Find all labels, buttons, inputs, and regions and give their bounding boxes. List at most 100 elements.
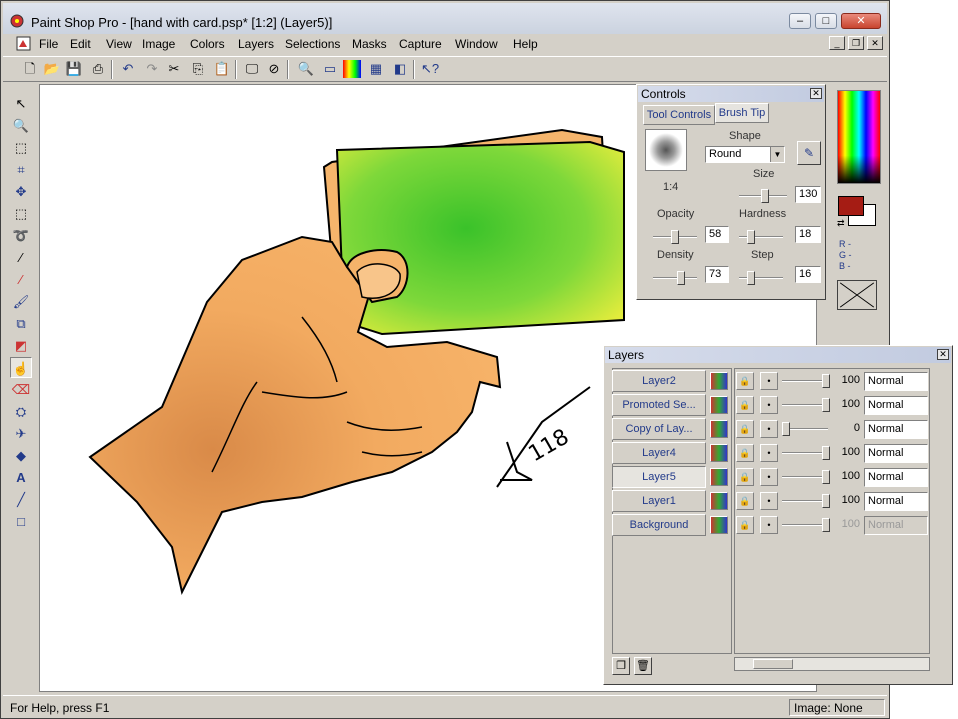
- hardness-slider[interactable]: [739, 230, 783, 244]
- layer-name[interactable]: Layer1: [612, 490, 706, 512]
- controls-title[interactable]: Controls: [638, 86, 824, 102]
- magic-wand-icon[interactable]: ⁄: [10, 247, 32, 268]
- layer-row[interactable]: Layer1 🔒 • 100 Normal: [612, 490, 930, 512]
- opacity-slider[interactable]: [653, 230, 697, 244]
- crop-tool-icon[interactable]: ⌗: [10, 159, 32, 180]
- density-slider[interactable]: [653, 271, 697, 285]
- step-slider[interactable]: [739, 271, 783, 285]
- lock-icon[interactable]: 🔒: [736, 516, 754, 534]
- layer-group-icon[interactable]: •: [760, 420, 778, 438]
- size-field[interactable]: 130: [795, 186, 821, 203]
- layer-group-icon[interactable]: •: [760, 468, 778, 486]
- swap-colors-icon[interactable]: ⇄: [837, 218, 845, 229]
- color-palette-icon[interactable]: ▦: [367, 60, 385, 78]
- layer-opacity-slider[interactable]: [782, 470, 830, 484]
- layer-name[interactable]: Background: [612, 514, 706, 536]
- menu-layers[interactable]: Layers: [238, 37, 274, 51]
- color-replacer-icon[interactable]: ◩: [10, 335, 32, 356]
- layers-close-button[interactable]: ✕: [937, 349, 949, 360]
- chevron-down-icon[interactable]: ▼: [770, 147, 784, 162]
- document-icon[interactable]: [15, 35, 32, 52]
- density-field[interactable]: 73: [705, 266, 729, 283]
- color-spectrum[interactable]: [837, 90, 881, 184]
- cut-icon[interactable]: ✂: [165, 60, 183, 78]
- layer-name[interactable]: Layer5: [612, 466, 706, 488]
- draw-line-icon[interactable]: ╱: [10, 489, 32, 510]
- hardness-field[interactable]: 18: [795, 226, 821, 243]
- layers-title[interactable]: Layers: [605, 347, 951, 363]
- menu-help[interactable]: Help: [513, 37, 538, 51]
- menu-colors[interactable]: Colors: [190, 37, 225, 51]
- picture-tube-icon[interactable]: ⛭: [10, 401, 32, 422]
- retouch-icon[interactable]: ☝: [10, 357, 32, 378]
- blend-mode-field[interactable]: Normal: [864, 420, 928, 439]
- layer-opacity-slider[interactable]: [782, 422, 828, 436]
- lock-icon[interactable]: 🔒: [736, 468, 754, 486]
- blend-mode-field[interactable]: Normal: [864, 444, 928, 463]
- dropper-icon[interactable]: ✎: [797, 141, 821, 165]
- clone-brush-icon[interactable]: ⧉: [10, 313, 32, 334]
- menu-masks[interactable]: Masks: [352, 37, 387, 51]
- title-bar[interactable]: Paint Shop Pro - [hand with card.psp* [1…: [3, 3, 887, 37]
- overview-icon[interactable]: ▭: [321, 60, 339, 78]
- blend-mode-field[interactable]: Normal: [864, 468, 928, 487]
- arrow-tool-icon[interactable]: ↖: [10, 93, 32, 114]
- opacity-field[interactable]: 58: [705, 226, 729, 243]
- redo-icon[interactable]: ↷: [143, 60, 161, 78]
- layer-opacity-thumb[interactable]: [782, 422, 790, 436]
- freehand-selection-icon[interactable]: ➰: [10, 225, 32, 246]
- no-entry-icon[interactable]: ⊘: [265, 60, 283, 78]
- layer-opacity-thumb[interactable]: [822, 398, 830, 412]
- step-slider-thumb[interactable]: [747, 271, 755, 285]
- text-tool-icon[interactable]: A: [10, 467, 32, 488]
- layer-opacity-thumb[interactable]: [822, 470, 830, 484]
- flood-fill-icon[interactable]: ◆: [10, 445, 32, 466]
- layer-opacity-slider[interactable]: [782, 398, 830, 412]
- tab-tool-controls[interactable]: Tool Controls: [643, 105, 715, 125]
- controls-close-button[interactable]: ✕: [810, 88, 822, 99]
- paintbrush-icon[interactable]: 🖌: [10, 291, 32, 312]
- zoom-icon[interactable]: 🔍: [297, 60, 315, 78]
- deform-tool-icon[interactable]: ⬚: [10, 137, 32, 158]
- layer-group-icon[interactable]: •: [760, 516, 778, 534]
- menu-window[interactable]: Window: [455, 37, 498, 51]
- doc-close-button[interactable]: ✕: [867, 36, 883, 50]
- airbrush-icon[interactable]: ✈: [10, 423, 32, 444]
- size-slider[interactable]: [739, 189, 787, 203]
- layer-group-icon[interactable]: •: [760, 372, 778, 390]
- blend-mode-field[interactable]: Normal: [864, 492, 928, 511]
- layer-visibility-icon[interactable]: [710, 420, 728, 438]
- lock-icon[interactable]: 🔒: [736, 420, 754, 438]
- selection-tool-icon[interactable]: ⬚: [10, 203, 32, 224]
- layer-visibility-icon[interactable]: [710, 372, 728, 390]
- layer-name[interactable]: Layer4: [612, 442, 706, 464]
- layer-group-icon[interactable]: •: [760, 396, 778, 414]
- menu-view[interactable]: View: [106, 37, 132, 51]
- menu-file[interactable]: File: [39, 37, 58, 51]
- layer-visibility-icon[interactable]: [710, 468, 728, 486]
- layer-opacity-thumb[interactable]: [822, 494, 830, 508]
- layer-opacity-thumb[interactable]: [822, 374, 830, 388]
- menu-selections[interactable]: Selections: [285, 37, 340, 51]
- preset-shapes-icon[interactable]: □: [10, 511, 32, 532]
- size-slider-thumb[interactable]: [761, 189, 769, 203]
- dropper-icon[interactable]: ⁄: [10, 269, 32, 290]
- layer-visibility-icon[interactable]: [710, 492, 728, 510]
- new-layer-icon[interactable]: ❐: [612, 657, 630, 675]
- layer-row[interactable]: Layer2 🔒 • 100 Normal: [612, 370, 930, 392]
- close-button[interactable]: ✕: [841, 13, 881, 29]
- histogram-icon[interactable]: [343, 60, 361, 78]
- layers-icon[interactable]: ◧: [391, 60, 409, 78]
- maximize-button[interactable]: □: [815, 13, 837, 29]
- layer-row[interactable]: Layer4 🔒 • 100 Normal: [612, 442, 930, 464]
- horizontal-scrollbar[interactable]: [734, 657, 930, 671]
- step-field[interactable]: 16: [795, 266, 821, 283]
- new-icon[interactable]: 🗋: [21, 60, 39, 78]
- monitor-icon[interactable]: 🖵: [243, 60, 261, 78]
- foreground-color-swatch[interactable]: [838, 196, 864, 216]
- print-icon[interactable]: ⎙: [89, 60, 107, 78]
- layer-opacity-slider[interactable]: [782, 374, 830, 388]
- opacity-slider-thumb[interactable]: [671, 230, 679, 244]
- layer-row[interactable]: Promoted Se... 🔒 • 100 Normal: [612, 394, 930, 416]
- eraser-icon[interactable]: ⌫: [10, 379, 32, 400]
